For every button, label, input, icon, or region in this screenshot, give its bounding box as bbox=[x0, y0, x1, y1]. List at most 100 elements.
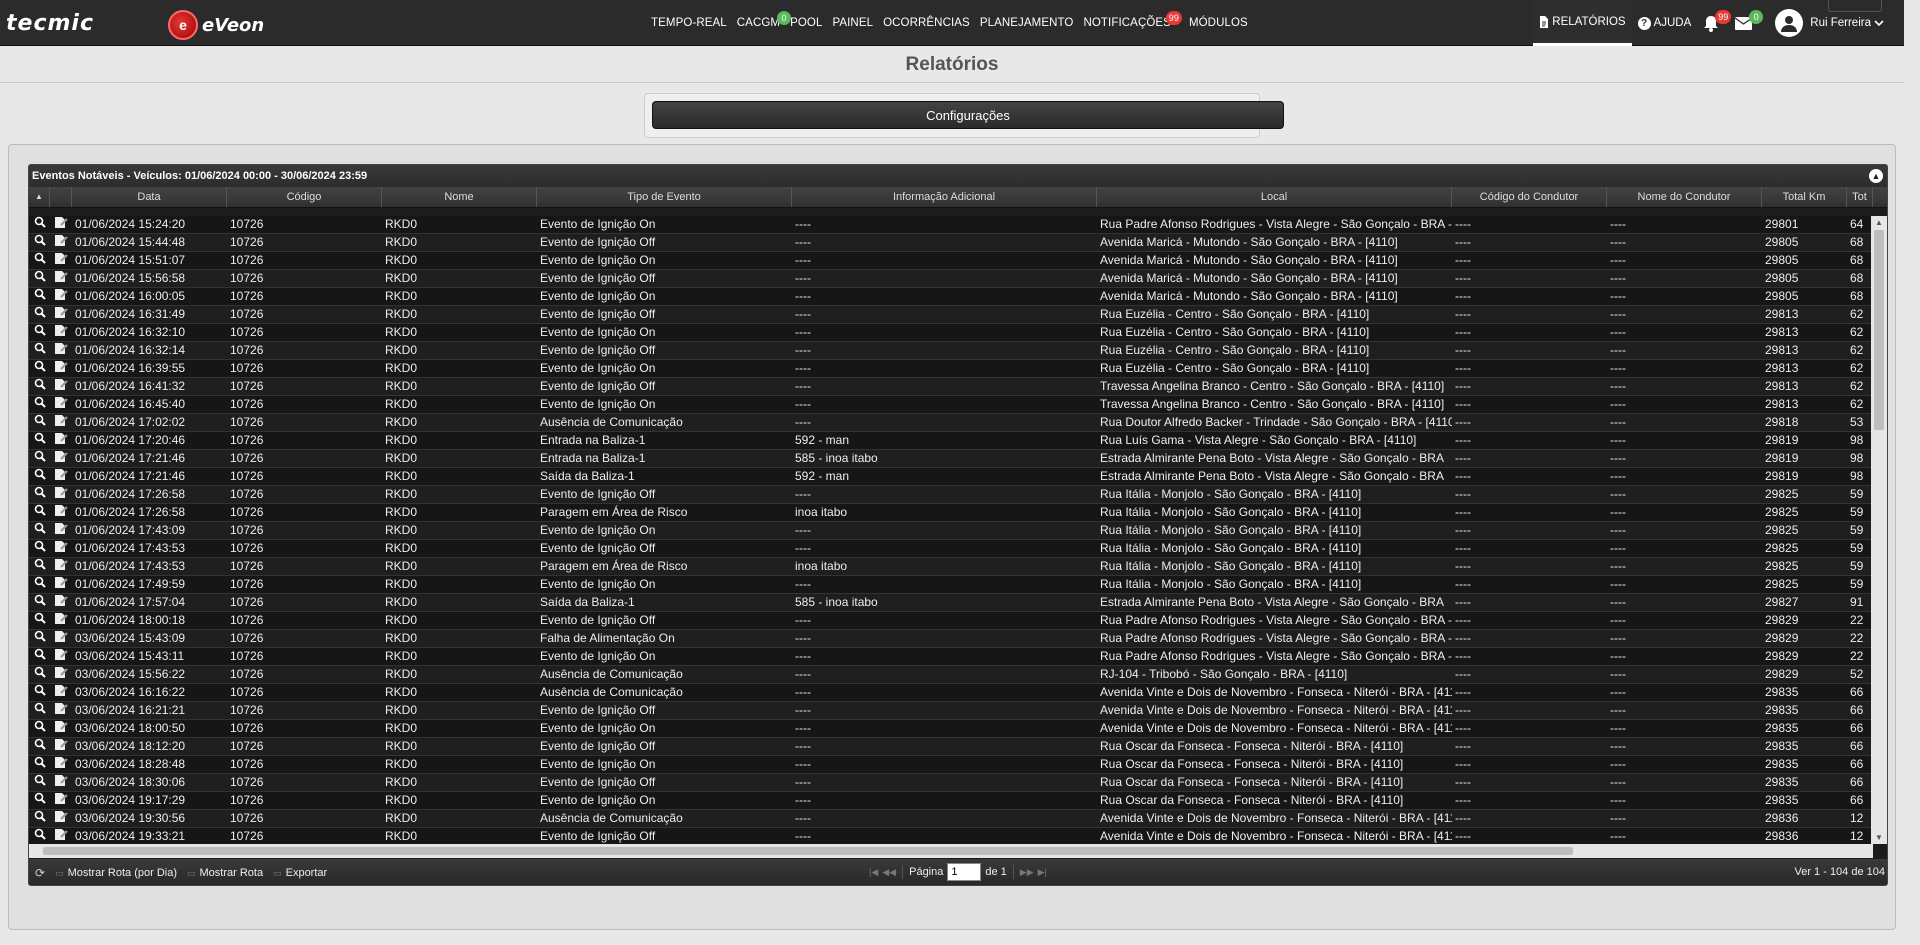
column-header[interactable]: Tipo de Evento bbox=[537, 187, 792, 207]
show-route-day-button[interactable]: Mostrar Rota (por Dia) bbox=[68, 867, 177, 879]
search-icon[interactable] bbox=[29, 414, 50, 431]
search-icon[interactable] bbox=[29, 576, 50, 593]
show-route-button[interactable]: Mostrar Rota bbox=[200, 867, 264, 879]
edit-icon[interactable] bbox=[50, 504, 72, 521]
tecmic-logo[interactable]: tecmic bbox=[6, 11, 94, 36]
search-icon[interactable] bbox=[29, 270, 50, 287]
table-row[interactable]: 01/06/2024 17:20:46 10726 RKD0 Entrada na B… bbox=[29, 432, 1873, 450]
search-icon[interactable] bbox=[29, 684, 50, 701]
search-icon[interactable] bbox=[29, 450, 50, 467]
messages-button[interactable]: 0 bbox=[1729, 0, 1764, 46]
column-header[interactable]: Código do Condutor bbox=[1452, 187, 1607, 207]
edit-icon[interactable] bbox=[50, 324, 72, 341]
edit-icon[interactable] bbox=[50, 666, 72, 683]
search-icon[interactable] bbox=[29, 324, 50, 341]
table-row[interactable]: 01/06/2024 15:44:48 10726 RKD0 Evento de Ig… bbox=[29, 234, 1873, 252]
search-icon[interactable] bbox=[29, 702, 50, 719]
refresh-icon[interactable]: ⟳ bbox=[35, 866, 45, 880]
edit-icon[interactable] bbox=[50, 648, 72, 665]
search-icon[interactable] bbox=[29, 810, 50, 827]
column-header[interactable]: Código bbox=[227, 187, 382, 207]
edit-icon[interactable] bbox=[50, 414, 72, 431]
column-header[interactable]: Nome do Condutor bbox=[1607, 187, 1762, 207]
table-row[interactable]: 01/06/2024 17:02:02 10726 RKD0 Ausência de … bbox=[29, 414, 1873, 432]
edit-icon[interactable] bbox=[50, 360, 72, 377]
edit-icon[interactable] bbox=[50, 756, 72, 773]
nav-notificacoes[interactable]: NOTIFICAÇÕES 99 bbox=[1078, 0, 1182, 46]
edit-icon[interactable] bbox=[50, 810, 72, 827]
search-icon[interactable] bbox=[29, 594, 50, 611]
next-page-icon[interactable]: ▶▶ bbox=[1020, 867, 1034, 878]
search-icon[interactable] bbox=[29, 666, 50, 683]
edit-icon[interactable] bbox=[50, 342, 72, 359]
table-row[interactable]: 03/06/2024 19:33:21 10726 RKD0 Evento de Ig… bbox=[29, 828, 1873, 844]
edit-icon[interactable] bbox=[50, 630, 72, 647]
search-icon[interactable] bbox=[29, 774, 50, 791]
table-row[interactable]: 03/06/2024 15:43:09 10726 RKD0 Falha de Ali… bbox=[29, 630, 1873, 648]
table-row[interactable]: 01/06/2024 16:39:55 10726 RKD0 Evento de Ig… bbox=[29, 360, 1873, 378]
search-icon[interactable] bbox=[29, 360, 50, 377]
search-icon[interactable] bbox=[29, 306, 50, 323]
nav-planejamento[interactable]: PLANEJAMENTO bbox=[975, 0, 1079, 46]
table-row[interactable]: 01/06/2024 16:45:40 10726 RKD0 Evento de Ig… bbox=[29, 396, 1873, 414]
collapse-icon[interactable]: ▲ bbox=[1869, 169, 1883, 183]
column-header[interactable]: Nome bbox=[382, 187, 537, 207]
table-row[interactable]: 03/06/2024 18:30:06 10726 RKD0 Evento de Ig… bbox=[29, 774, 1873, 792]
search-icon[interactable] bbox=[29, 522, 50, 539]
table-row[interactable]: 01/06/2024 17:43:09 10726 RKD0 Evento de Ig… bbox=[29, 522, 1873, 540]
table-row[interactable]: 01/06/2024 16:00:05 10726 RKD0 Evento de Ig… bbox=[29, 288, 1873, 306]
table-row[interactable]: 01/06/2024 17:26:58 10726 RKD0 Paragem em Á… bbox=[29, 504, 1873, 522]
edit-icon[interactable] bbox=[50, 828, 72, 844]
search-icon[interactable] bbox=[29, 612, 50, 629]
search-icon[interactable] bbox=[29, 558, 50, 575]
table-row[interactable]: 01/06/2024 18:00:18 10726 RKD0 Evento de Ig… bbox=[29, 612, 1873, 630]
table-row[interactable]: 01/06/2024 16:32:14 10726 RKD0 Evento de Ig… bbox=[29, 342, 1873, 360]
search-icon[interactable] bbox=[29, 468, 50, 485]
table-row[interactable]: 01/06/2024 16:32:10 10726 RKD0 Evento de Ig… bbox=[29, 324, 1873, 342]
nav-painel[interactable]: PAINEL bbox=[827, 0, 878, 46]
search-icon[interactable] bbox=[29, 504, 50, 521]
edit-icon[interactable] bbox=[50, 720, 72, 737]
table-row[interactable]: 01/06/2024 16:31:49 10726 RKD0 Evento de Ig… bbox=[29, 306, 1873, 324]
table-row[interactable]: 03/06/2024 15:43:11 10726 RKD0 Evento de Ig… bbox=[29, 648, 1873, 666]
search-icon[interactable] bbox=[29, 378, 50, 395]
search-icon[interactable] bbox=[29, 252, 50, 269]
horizontal-scrollbar[interactable] bbox=[29, 844, 1873, 858]
edit-icon[interactable] bbox=[50, 774, 72, 791]
scroll-up-icon[interactable]: ▲ bbox=[1874, 218, 1884, 227]
edit-icon[interactable] bbox=[50, 450, 72, 467]
scroll-down-icon[interactable]: ▼ bbox=[1874, 833, 1884, 842]
table-row[interactable]: 01/06/2024 17:21:46 10726 RKD0 Saída da Bal… bbox=[29, 468, 1873, 486]
table-row[interactable]: 01/06/2024 17:43:53 10726 RKD0 Paragem em Á… bbox=[29, 558, 1873, 576]
edit-icon[interactable] bbox=[50, 216, 72, 233]
column-header[interactable]: Data bbox=[72, 187, 227, 207]
table-row[interactable]: 03/06/2024 19:17:29 10726 RKD0 Evento de Ig… bbox=[29, 792, 1873, 810]
search-icon[interactable] bbox=[29, 342, 50, 359]
first-page-icon[interactable]: |◀ bbox=[869, 867, 878, 878]
edit-icon[interactable] bbox=[50, 306, 72, 323]
search-icon[interactable] bbox=[29, 648, 50, 665]
nav-cacgm[interactable]: CACGM 0 bbox=[732, 0, 792, 46]
search-icon[interactable] bbox=[29, 828, 50, 844]
configuracoes-button[interactable]: Configurações bbox=[652, 101, 1284, 129]
vertical-scrollbar[interactable]: ▲ ▼ bbox=[1871, 216, 1887, 844]
nav-modulos[interactable]: MÓDULOS bbox=[1184, 0, 1253, 46]
search-icon[interactable] bbox=[29, 756, 50, 773]
prev-page-icon[interactable]: ◀◀ bbox=[882, 867, 896, 878]
table-row[interactable]: 01/06/2024 15:56:58 10726 RKD0 Evento de Ig… bbox=[29, 270, 1873, 288]
alerts-bell-button[interactable]: 99 bbox=[1697, 0, 1732, 46]
column-header[interactable]: Local bbox=[1097, 187, 1452, 207]
sort-toggle-header[interactable]: ▲ bbox=[29, 187, 50, 207]
edit-icon[interactable] bbox=[50, 378, 72, 395]
search-icon[interactable] bbox=[29, 396, 50, 413]
table-row[interactable]: 01/06/2024 17:26:58 10726 RKD0 Evento de Ig… bbox=[29, 486, 1873, 504]
edit-icon[interactable] bbox=[50, 288, 72, 305]
column-header[interactable]: Tot bbox=[1847, 187, 1873, 207]
edit-icon[interactable] bbox=[50, 468, 72, 485]
eveon-logo[interactable]: e eVeon bbox=[168, 10, 264, 40]
edit-icon[interactable] bbox=[50, 684, 72, 701]
search-icon[interactable] bbox=[29, 432, 50, 449]
edit-icon[interactable] bbox=[50, 396, 72, 413]
window-control[interactable] bbox=[1828, 0, 1882, 12]
table-row[interactable]: 03/06/2024 15:56:22 10726 RKD0 Ausência de … bbox=[29, 666, 1873, 684]
